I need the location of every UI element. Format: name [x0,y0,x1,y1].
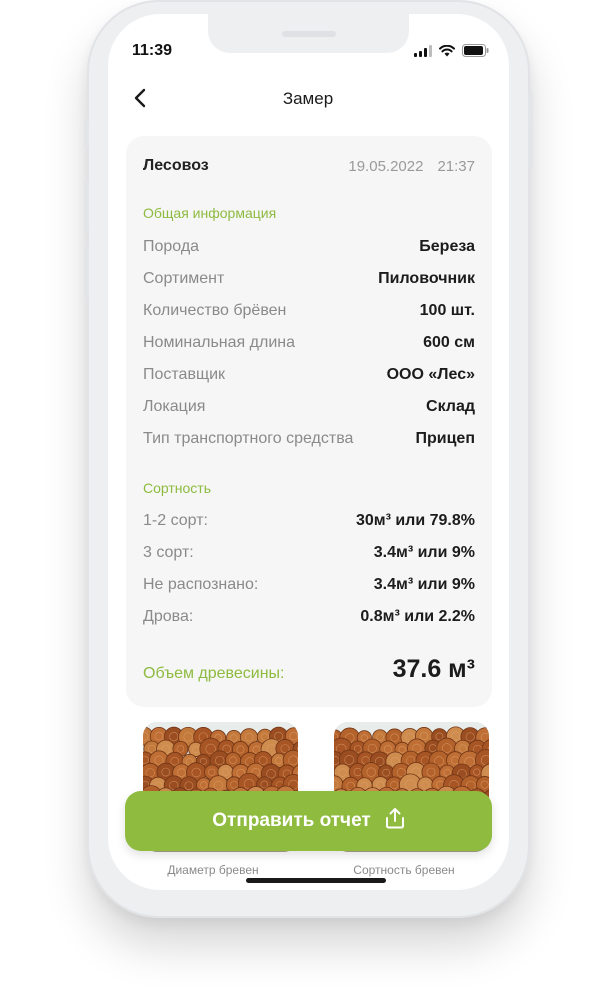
info-row: Номинальная длина 600 см [143,334,475,352]
info-label: Локация [143,398,206,415]
speaker [282,31,336,37]
info-row: Локация Склад [143,398,475,416]
send-report-label: Отправить отчет [212,810,371,831]
status-time: 11:39 [132,42,173,59]
info-row: Количество брёвен 100 шт. [143,302,475,320]
signal-icon [414,44,432,62]
grade-row: 1-2 сорт: 30м³ или 79.8% [143,512,475,530]
info-row: Порода Береза [143,238,475,256]
grade-label: Дрова: [143,608,194,625]
share-icon [385,807,405,835]
battery-icon [462,44,489,62]
info-value: Прицеп [415,430,475,447]
grade-value: 0.8м³ или 2.2% [360,608,475,625]
wifi-icon [439,44,455,62]
info-label: Номинальная длина [143,334,295,351]
record-date: 19.05.2022 [348,158,424,175]
grade-label: 1-2 сорт: [143,512,208,529]
grades-heading: Сортность [143,480,212,496]
photo-caption: Диаметр бревен [167,863,259,877]
record-title: Лесовоз [143,157,209,174]
grade-row: Дрова: 0.8м³ или 2.2% [143,608,475,626]
send-report-button[interactable]: Отправить отчет [125,791,492,851]
info-value: Береза [419,238,475,255]
info-value: 100 шт. [419,302,475,319]
info-row: Сортимент Пиловочник [143,270,475,288]
info-label: Количество брёвен [143,302,287,319]
grade-value: 3.4м³ или 9% [373,576,475,593]
volume-label: Объем древесины: [143,665,285,682]
volume-down-button [84,246,89,298]
info-row: Тип транспортного средства Прицеп [143,430,475,448]
info-value: Пиловочник [378,270,475,287]
info-label: Сортимент [143,270,225,287]
grade-value: 30м³ или 79.8% [355,512,475,529]
home-indicator [246,878,386,883]
info-value: ООО «Лес» [386,366,475,383]
info-row: Поставщик ООО «Лес» [143,366,475,384]
record-time: 21:37 [437,158,475,175]
grade-label: Не распознано: [143,576,259,593]
info-value: 600 см [423,334,475,351]
side-button [84,120,89,148]
info-label: Поставщик [143,366,226,383]
volume-value: 37.6 м³ [392,655,475,683]
photo-caption: Сортность бревен [353,863,455,877]
volume-up-button [84,180,89,232]
info-label: Тип транспортного средства [143,430,354,447]
grade-row: Не распознано: 3.4м³ или 9% [143,576,475,594]
page-title: Замер [282,89,334,108]
grade-row: 3 сорт: 3.4м³ или 9% [143,544,475,562]
status-icons [414,44,489,62]
grade-value: 3.4м³ или 9% [373,544,475,561]
info-label: Порода [143,238,200,255]
general-info-heading: Общая информация [143,205,277,221]
record-datetime: 19.05.2022 21:37 [348,158,475,175]
grade-label: 3 сорт: [143,544,194,561]
info-value: Склад [426,398,475,415]
